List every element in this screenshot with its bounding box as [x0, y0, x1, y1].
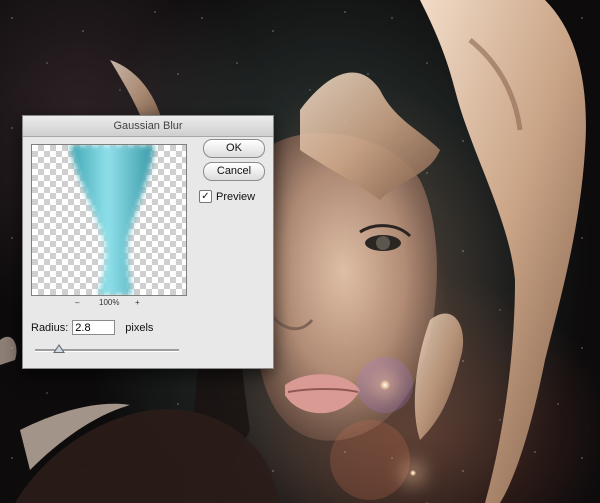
- zoom-level: 100%: [99, 298, 120, 307]
- radius-row: Radius: pixels: [31, 320, 153, 335]
- zoom-out-button[interactable]: –: [75, 298, 79, 307]
- gaussian-blur-dialog: Gaussian Blur – 100% + OK Cancel ✓ Previ…: [22, 115, 274, 369]
- preview-shape: [70, 145, 154, 295]
- radius-input[interactable]: [72, 320, 116, 335]
- checkmark-icon[interactable]: ✓: [199, 190, 212, 203]
- cancel-button[interactable]: Cancel: [203, 162, 265, 181]
- blur-preview-pane[interactable]: [31, 144, 187, 296]
- radius-slider[interactable]: [35, 344, 179, 353]
- radius-unit: pixels: [125, 321, 154, 334]
- radius-label: Radius:: [31, 321, 69, 334]
- preview-label: Preview: [216, 190, 256, 203]
- zoom-in-button[interactable]: +: [135, 298, 140, 307]
- zoom-controls: – 100% +: [31, 296, 187, 310]
- slider-thumb-icon[interactable]: [53, 344, 66, 353]
- preview-toggle[interactable]: ✓ Preview: [199, 190, 255, 203]
- ok-button[interactable]: OK: [203, 139, 265, 158]
- star-glow: [380, 380, 390, 390]
- dialog-title: Gaussian Blur: [23, 116, 273, 137]
- star-glow: [410, 470, 416, 476]
